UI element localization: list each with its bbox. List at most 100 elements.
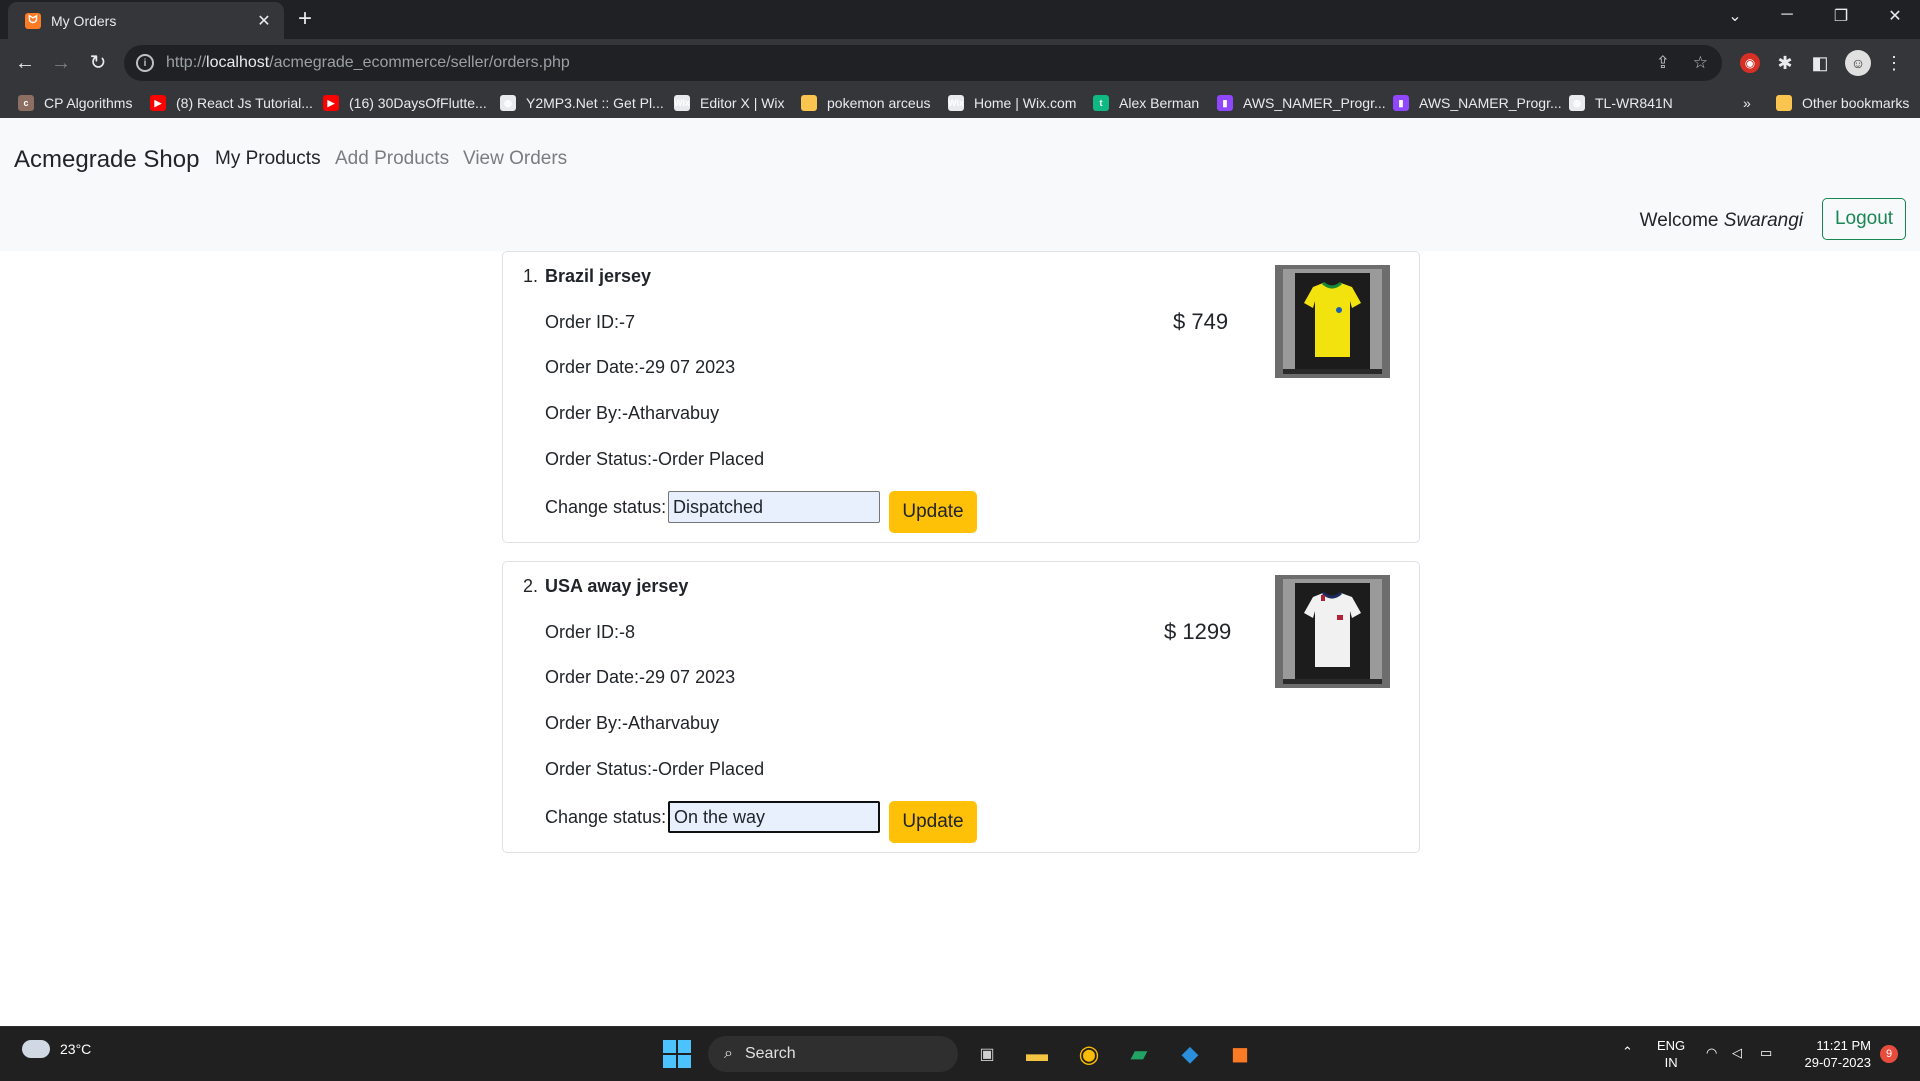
order-id: Order ID:-7 [545,312,636,332]
change-status-label: Change status: [545,497,667,517]
url-text[interactable]: http://localhost/acmegrade_ecommerce/sel… [166,54,570,72]
bookmark-30days-flutter[interactable]: ▶ (16) 30DaysOfFlutte... [323,93,487,113]
wix-icon: Wix [948,95,964,111]
globe-icon: ◍ [1569,95,1585,111]
browser-tab[interactable]: ᗢ My Orders ✕ [8,2,284,39]
product-name: Brazil jersey [545,266,652,286]
forward-icon[interactable]: → [48,51,74,75]
weather-widget[interactable]: 23°C [22,1040,91,1058]
status-input[interactable] [668,491,880,523]
bookmark-aws-namer-2[interactable]: ▮ AWS_NAMER_Progr... [1393,93,1562,113]
taskbar-search[interactable]: ⌕ Search [708,1036,958,1072]
nav-my-products[interactable]: My Products [215,148,321,170]
folder-icon [801,95,817,111]
vscode-icon[interactable]: ◆ [1175,1039,1205,1069]
order-status: Order Status:-Order Placed [545,449,765,469]
order-by: Order By:-Atharvabuy [545,713,720,733]
status-input[interactable] [668,801,880,833]
windows-taskbar: 23°C ⌕ Search ▣ ▬ ◉ ▰ ◆ ◼ ⌃ ENG IN ◠ ◁ ▭ … [0,1026,1920,1081]
new-tab-button[interactable]: + [298,7,312,31]
show-hidden-icons-icon[interactable]: ⌃ [1622,1043,1633,1060]
wix-icon: Wix [674,95,690,111]
reload-icon[interactable]: ↻ [85,51,111,75]
site-info-icon[interactable]: i [136,54,154,72]
order-index: 1. [523,266,539,286]
extension-red-icon[interactable]: ◉ [1740,53,1760,73]
nav-view-orders[interactable]: View Orders [463,148,567,170]
bookmark-star-icon[interactable]: ☆ [1693,53,1708,72]
bookmark-aws-namer-1[interactable]: ▮ AWS_NAMER_Progr... [1217,93,1386,113]
start-button[interactable] [662,1039,692,1069]
chrome-menu-icon[interactable]: ⋮ [1882,51,1906,75]
change-status-label: Change status: [545,807,667,827]
bookmark-pokemon-arceus[interactable]: pokemon arceus [801,93,931,113]
cp-algorithms-icon: c [18,95,34,111]
tab-title: My Orders [51,12,117,29]
cloud-icon [22,1040,50,1058]
windows-logo-icon [663,1040,691,1068]
tab-close-icon[interactable]: ✕ [254,11,274,31]
side-panel-icon[interactable]: ◧ [1808,51,1832,75]
order-by: Order By:-Atharvabuy [545,403,720,423]
language-indicator[interactable]: ENG IN [1657,1037,1685,1071]
bookmark-tl-wr841n[interactable]: ◍ TL-WR841N [1569,93,1673,113]
product-image[interactable] [1275,265,1390,378]
nav-add-products[interactable]: Add Products [335,148,449,170]
battery-icon[interactable]: ▭ [1760,1044,1772,1061]
product-image[interactable] [1275,575,1390,688]
other-bookmarks[interactable]: Other bookmarks [1776,93,1909,113]
order-price: $ 1299 [1164,619,1232,644]
welcome-text: Welcome Swarangi [1639,210,1803,231]
chat-app-icon[interactable]: ▰ [1124,1039,1154,1069]
temperature: 23°C [60,1041,92,1057]
minimize-icon[interactable]: ─ [1772,6,1802,24]
bookmark-cp-algorithms[interactable]: c CP Algorithms [18,93,132,113]
brand-logo[interactable]: Acmegrade Shop [14,146,199,174]
bookmark-editor-x[interactable]: Wix Editor X | Wix [674,93,785,113]
bookmarks-overflow-icon[interactable]: » [1743,93,1751,113]
browser-tab-strip: ᗢ My Orders ✕ + ⌄ ─ ❐ ✕ [0,0,1920,39]
order-id: Order ID:-8 [545,622,636,642]
site-navbar: Acmegrade Shop My Products Add Products … [0,118,1920,251]
youtube-icon: ▶ [323,95,339,111]
bookmarks-bar: c CP Algorithms ▶ (8) React Js Tutorial.… [0,88,1920,119]
chrome-icon[interactable]: ◉ [1074,1039,1104,1069]
tab-search-icon[interactable]: ⌄ [1720,6,1750,26]
order-card: 2. USA away jersey Order ID:-8 Order Dat… [502,561,1420,853]
bookmark-wix-home[interactable]: Wix Home | Wix.com [948,93,1076,113]
logout-button[interactable]: Logout [1822,198,1906,240]
order-date: Order Date:-29 07 2023 [545,357,736,377]
address-bar[interactable]: i http://localhost/acmegrade_ecommerce/s… [124,45,1722,81]
bookmark-y2mp3[interactable]: ◍ Y2MP3.Net :: Get Pl... [500,93,664,113]
clock[interactable]: 11:21 PM 29-07-2023 [1799,1037,1872,1071]
xampp-icon[interactable]: ◼ [1225,1039,1255,1069]
globe-icon: ◍ [500,95,516,111]
product-name: USA away jersey [545,576,689,596]
order-index: 2. [523,576,539,596]
order-price: $ 749 [1173,309,1229,334]
task-view-icon[interactable]: ▣ [972,1039,1002,1069]
volume-icon[interactable]: ◁ [1732,1044,1742,1061]
update-button[interactable]: Update [889,491,977,533]
share-icon[interactable]: ⇪ [1656,53,1670,72]
bookmark-react-tutorial[interactable]: ▶ (8) React Js Tutorial... [150,93,313,113]
twitch-icon: ▮ [1217,95,1233,111]
alex-icon: t [1093,95,1109,111]
back-icon[interactable]: ← [12,51,38,75]
twitch-icon: ▮ [1393,95,1409,111]
wifi-icon[interactable]: ◠ [1706,1044,1717,1061]
folder-icon [1776,95,1792,111]
profile-avatar[interactable]: ☺ [1845,50,1871,76]
youtube-icon: ▶ [150,95,166,111]
update-button[interactable]: Update [889,801,977,843]
search-icon: ⌕ [724,1045,733,1062]
notification-badge[interactable]: 9 [1880,1045,1898,1063]
bookmark-alex-berman[interactable]: t Alex Berman [1093,93,1199,113]
xampp-favicon-icon: ᗢ [25,12,41,29]
order-status: Order Status:-Order Placed [545,759,765,779]
window-close-icon[interactable]: ✕ [1880,6,1910,26]
file-explorer-icon[interactable]: ▬ [1022,1039,1052,1069]
restore-icon[interactable]: ❐ [1826,6,1856,26]
order-card: 1. Brazil jersey Order ID:-7 Order Date:… [502,251,1420,543]
extensions-puzzle-icon[interactable]: ✱ [1773,51,1797,75]
